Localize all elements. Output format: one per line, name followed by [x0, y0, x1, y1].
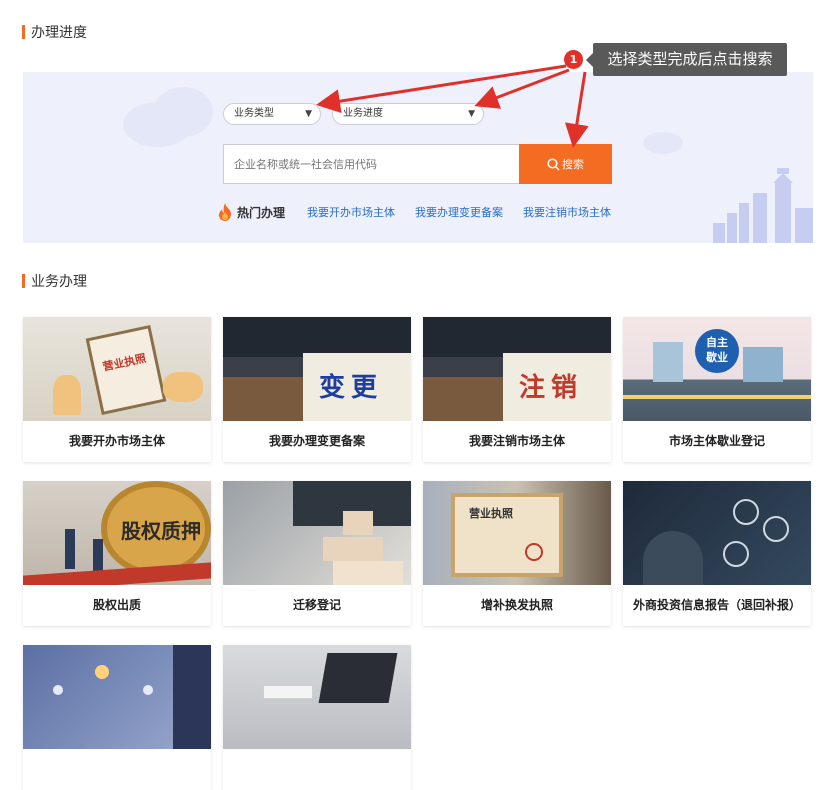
coin: 股权质押 — [101, 481, 211, 576]
hot-link-cancel[interactable]: 我要注销市场主体 — [523, 204, 611, 220]
card-label — [223, 749, 411, 790]
card-label: 我要开办市场主体 — [68, 434, 165, 448]
building — [743, 347, 783, 382]
building — [653, 342, 683, 382]
paper-stack — [263, 685, 313, 699]
hand-figure — [163, 372, 203, 402]
person-node — [53, 685, 63, 695]
cancel-image-text: 注销 — [519, 373, 584, 403]
card-label: 迁移登记 — [292, 598, 341, 612]
step-badge: 1 — [564, 50, 583, 69]
foreign-investment-image — [623, 481, 811, 585]
card-change-filing[interactable]: 变更 我要办理变更备案 — [223, 317, 411, 462]
laptop-screen — [318, 653, 398, 703]
search-button[interactable]: 搜索 — [519, 144, 612, 184]
chart-icon — [733, 499, 759, 525]
sign-board: 变更 — [303, 353, 411, 421]
progress-section-title: 办理进度 — [22, 22, 87, 42]
reissue-image-text: 营业执照 — [469, 507, 513, 520]
business-title-text: 业务办理 — [31, 274, 87, 290]
business-section-title: 业务办理 — [22, 271, 87, 291]
business-type-value: 业务类型 — [234, 108, 274, 119]
license-image-text: 营业执照 — [101, 351, 148, 374]
suspend-image: 自主歇业 — [623, 317, 811, 421]
person-figure — [65, 529, 75, 569]
graph-icon — [723, 541, 749, 567]
card-label: 我要办理变更备案 — [268, 434, 365, 448]
hot-link-open[interactable]: 我要开办市场主体 — [307, 204, 395, 220]
title-accent-bar — [22, 25, 25, 39]
network-image — [23, 645, 211, 749]
card-label: 外商投资信息报告（退回补报） — [632, 598, 801, 612]
search-panel: 业务类型 ▼ 业务进度 ▼ 搜索 热门办理 我要开办市场主体 我要办理变更备案 … — [23, 72, 813, 243]
card-cancel-business[interactable]: 注销 我要注销市场主体 — [423, 317, 611, 462]
glow-node — [95, 665, 109, 679]
seal-stamp — [525, 543, 543, 561]
guide-tooltip: 选择类型完成后点击搜索 — [586, 43, 787, 76]
person-node — [143, 685, 153, 695]
laptop-image — [223, 645, 411, 749]
progress-title-text: 办理进度 — [31, 25, 87, 41]
caret-down-icon: ▼ — [305, 109, 312, 119]
relocation-image — [223, 481, 411, 585]
person-figure — [643, 531, 703, 585]
license-frame: 营业执照 — [451, 493, 563, 577]
suit-shadow — [423, 317, 611, 357]
badge-circle: 自主歇业 — [695, 329, 739, 373]
suit-figure — [173, 645, 211, 749]
card-partial-network[interactable] — [23, 645, 211, 790]
cloud-decoration — [153, 87, 213, 137]
change-image: 变更 — [223, 317, 411, 421]
cancel-image: 注销 — [423, 317, 611, 421]
search-icon — [547, 157, 560, 171]
person-figure — [93, 539, 103, 571]
sign-board: 注销 — [503, 353, 611, 421]
table-surface — [223, 377, 303, 421]
road-line — [623, 395, 811, 399]
city-skyline-icon — [713, 168, 813, 243]
search-input[interactable] — [223, 144, 520, 184]
card-label: 股权出质 — [92, 598, 141, 612]
caret-down-icon: ▼ — [468, 109, 475, 119]
change-image-text: 变更 — [319, 373, 384, 403]
title-accent-bar — [22, 274, 25, 288]
business-progress-select[interactable]: 业务进度 ▼ — [332, 103, 484, 125]
table-surface — [423, 377, 503, 421]
block — [323, 537, 353, 561]
card-relocation[interactable]: 迁移登记 — [223, 481, 411, 626]
license-image: 营业执照 — [23, 317, 211, 421]
card-label: 我要注销市场主体 — [468, 434, 565, 448]
suit-shadow — [223, 317, 411, 357]
block — [343, 511, 373, 535]
flame-icon — [219, 203, 231, 221]
card-open-business[interactable]: 营业执照 我要开办市场主体 — [23, 317, 211, 462]
business-progress-value: 业务进度 — [343, 108, 383, 119]
suspend-image-text: 自主歇业 — [706, 336, 728, 364]
business-type-select[interactable]: 业务类型 ▼ — [223, 103, 321, 125]
card-label: 增补换发执照 — [480, 598, 553, 612]
card-reissue-license[interactable]: 营业执照 增补换发执照 — [423, 481, 611, 626]
card-equity-pledge[interactable]: 股权质押 股权出质 — [23, 481, 211, 626]
card-suspend-business[interactable]: 自主歇业 市场主体歇业登记 — [623, 317, 811, 462]
card-partial-laptop[interactable] — [223, 645, 411, 790]
gear-icon — [763, 516, 789, 542]
equity-image: 股权质押 — [23, 481, 211, 585]
pencil — [23, 562, 211, 585]
reissue-image: 营业执照 — [423, 481, 611, 585]
card-label: 市场主体歇业登记 — [668, 434, 765, 448]
hot-label: 热门办理 — [237, 205, 286, 220]
equity-image-text: 股权质押 — [121, 519, 201, 543]
card-label — [23, 749, 211, 790]
cloud-decoration — [643, 132, 683, 154]
block — [333, 561, 403, 585]
license-frame: 营业执照 — [85, 324, 167, 416]
hot-links-row: 热门办理 我要开办市场主体 我要办理变更备案 我要注销市场主体 — [217, 203, 631, 221]
card-foreign-investment[interactable]: 外商投资信息报告（退回补报） — [623, 481, 811, 626]
person-figure — [53, 375, 81, 415]
search-button-label: 搜索 — [562, 158, 584, 171]
block — [353, 537, 383, 561]
hot-link-change[interactable]: 我要办理变更备案 — [415, 204, 503, 220]
